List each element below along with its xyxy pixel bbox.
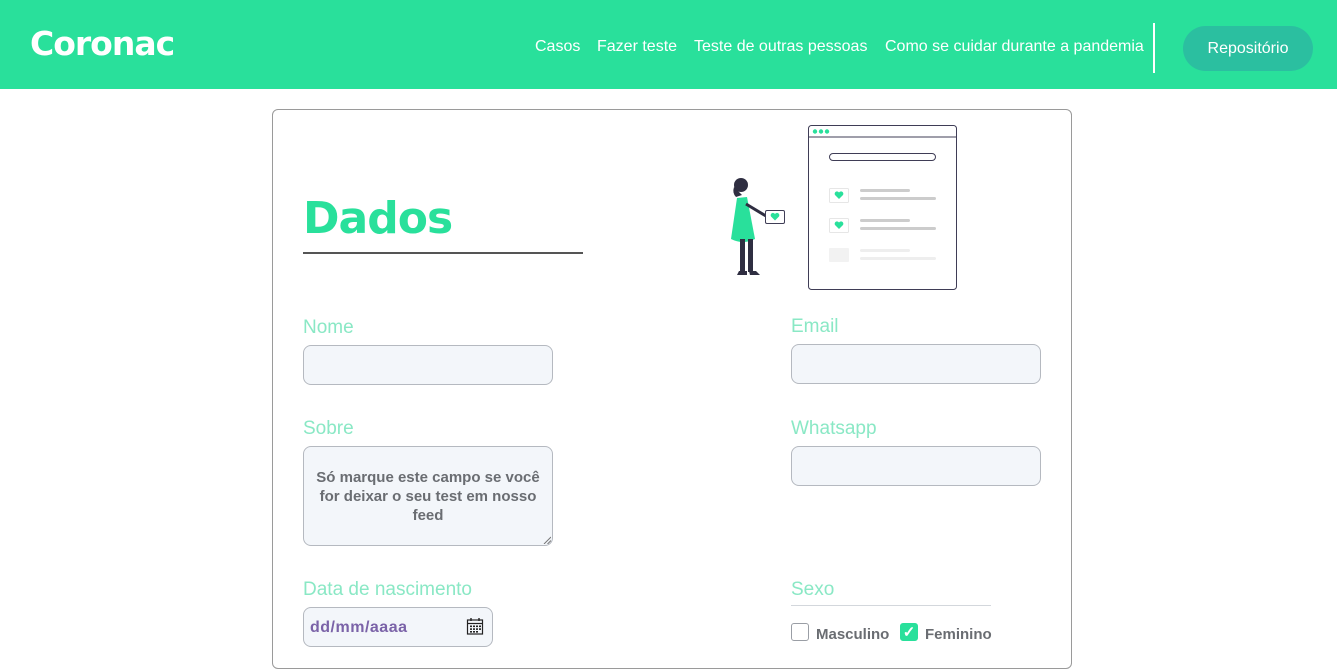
sobre-label: Sobre	[303, 418, 354, 439]
whatsapp-input[interactable]	[791, 446, 1041, 486]
sobre-placeholder: Só marque este campo se você for deixar …	[316, 468, 540, 524]
check-icon: ✓	[902, 624, 916, 641]
nav-link-casos[interactable]: Casos	[535, 38, 580, 56]
nascimento-label: Data de nascimento	[303, 579, 472, 600]
resize-handle-icon[interactable]	[543, 536, 551, 544]
nav-link-teste-outras-pessoas[interactable]: Teste de outras pessoas	[694, 38, 867, 56]
nome-label: Nome	[303, 317, 354, 338]
masculino-checkbox[interactable]	[791, 623, 809, 641]
feminino-label[interactable]: Feminino	[925, 626, 992, 643]
top-bar: Coronac Casos Fazer teste Teste de outra…	[0, 0, 1337, 89]
email-label: Email	[791, 316, 839, 337]
nav-link-fazer-teste[interactable]: Fazer teste	[597, 38, 677, 56]
email-input[interactable]	[791, 344, 1041, 384]
title-underline	[303, 252, 583, 254]
date-placeholder: dd/mm/aaaa	[310, 619, 408, 636]
form-illustration	[731, 125, 957, 290]
nav-divider	[1153, 23, 1155, 73]
repository-button[interactable]: Repositório	[1183, 26, 1313, 71]
nome-input[interactable]	[303, 345, 553, 385]
sexo-label: Sexo	[791, 579, 835, 600]
sexo-divider	[791, 605, 991, 606]
calendar-icon[interactable]	[466, 617, 484, 635]
nav-link-como-se-cuidar[interactable]: Como se cuidar durante a pandemia	[885, 38, 1144, 56]
logo[interactable]: Coronac	[30, 24, 175, 63]
masculino-label[interactable]: Masculino	[816, 626, 889, 643]
page-title: Dados	[303, 193, 453, 244]
feminino-checkbox[interactable]: ✓	[900, 623, 918, 641]
whatsapp-label: Whatsapp	[791, 418, 877, 439]
